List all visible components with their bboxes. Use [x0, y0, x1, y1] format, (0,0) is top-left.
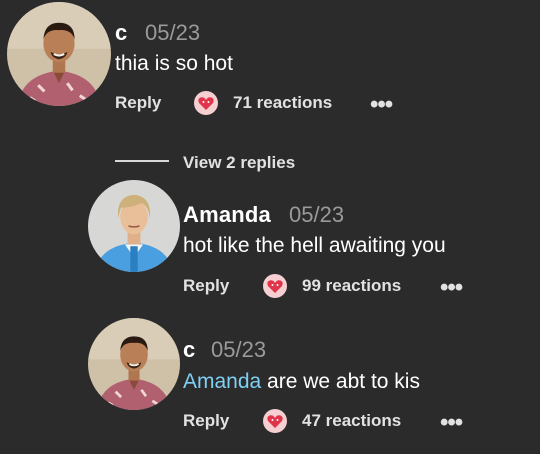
comment-date: 05/23 [289, 202, 345, 227]
heart-face-reaction-icon[interactable] [262, 408, 288, 434]
heart-face-reaction-icon[interactable] [193, 90, 219, 116]
heart-face-reaction-icon[interactable] [262, 273, 288, 299]
user-mention-link[interactable]: Amanda [183, 370, 261, 393]
view-replies-button[interactable]: View 2 replies [183, 153, 295, 173]
comment-text-line: Amanda are we abt to kis [183, 370, 420, 394]
comment-author[interactable]: c [183, 337, 195, 363]
comment-date: 05/23 [211, 337, 267, 362]
woman-portrait-avatar-image [88, 180, 180, 272]
comment-text: hot like the hell awaiting you [183, 234, 446, 257]
comment-text: are we abt to kis [261, 370, 420, 393]
man-portrait-avatar-image [88, 318, 180, 410]
reaction-count[interactable]: 47 reactions [302, 411, 401, 431]
reply-button[interactable]: Reply [115, 93, 161, 113]
avatar[interactable] [88, 318, 180, 410]
comment-thread: c 05/23 thia is so hot Reply 71 reaction… [0, 0, 540, 454]
reaction-count[interactable]: 71 reactions [233, 93, 332, 113]
reply-button[interactable]: Reply [183, 276, 229, 296]
more-options-icon[interactable]: ••• [370, 93, 393, 117]
avatar[interactable] [88, 180, 180, 272]
more-options-icon[interactable]: ••• [440, 276, 463, 300]
reaction-count[interactable]: 99 reactions [302, 276, 401, 296]
comment-author[interactable]: Amanda [183, 202, 271, 228]
comment-date: 05/23 [145, 20, 201, 45]
man-portrait-avatar-image [7, 2, 111, 106]
comment-text: thia is so hot [115, 52, 233, 75]
more-options-icon[interactable]: ••• [440, 411, 463, 435]
comment-author[interactable]: c [115, 20, 127, 46]
thread-divider [115, 160, 169, 162]
avatar[interactable] [7, 2, 111, 106]
reply-button[interactable]: Reply [183, 411, 229, 431]
